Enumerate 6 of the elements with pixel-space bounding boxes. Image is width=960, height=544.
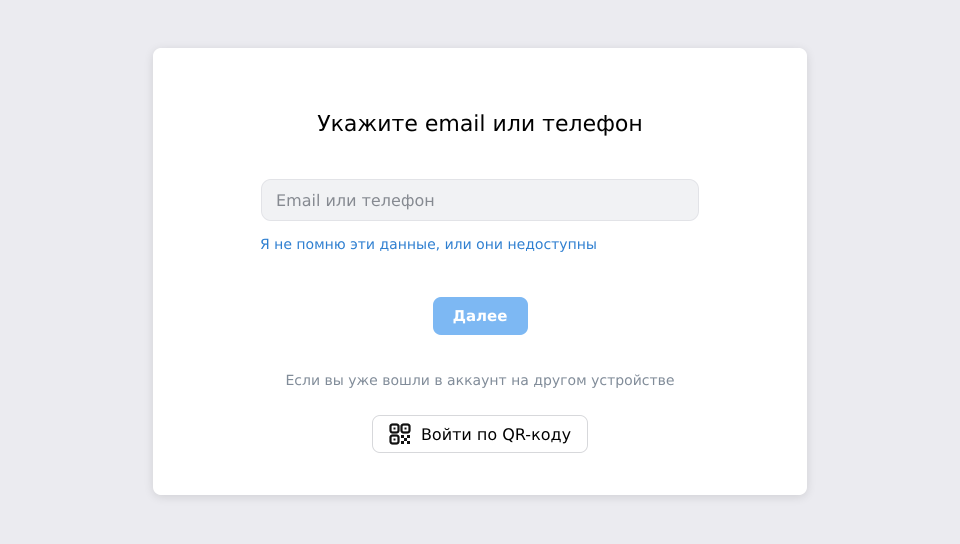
- login-field[interactable]: Email или телефон: [261, 179, 699, 221]
- qr-code-icon: [388, 423, 411, 445]
- qr-hint: Если вы уже вошли в аккаунт на другом устройстве: [285, 373, 675, 389]
- page-title: Укажите email или телефон: [317, 111, 643, 139]
- qr-login-button[interactable]: Войти по QR-коду: [372, 415, 588, 453]
- forgot-link[interactable]: Я не помню эти данные, или они недоступны: [260, 237, 597, 253]
